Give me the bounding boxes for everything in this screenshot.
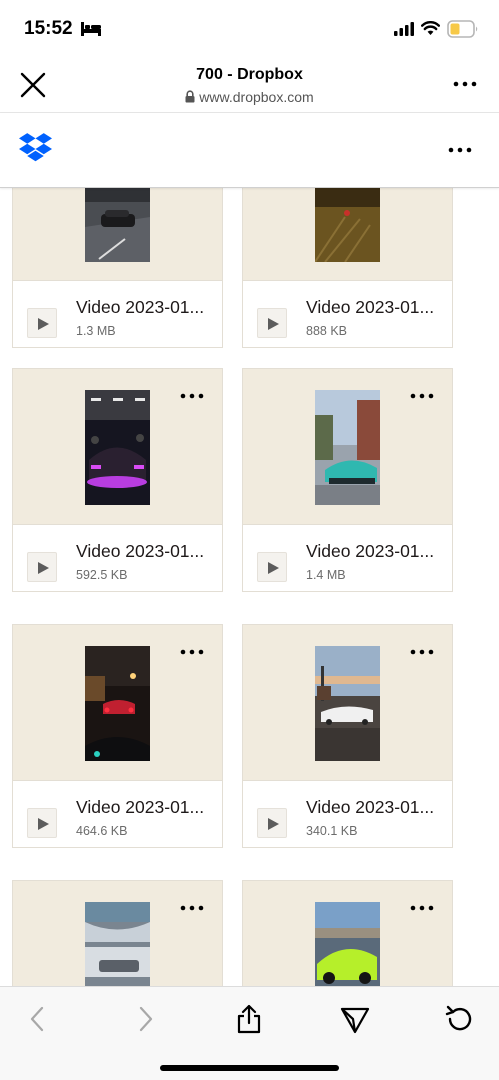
video-thumbnail [85,390,150,505]
forward-button[interactable] [129,1003,161,1035]
video-file-icon [257,552,287,582]
file-name: Video 2023-01... [306,297,435,317]
lock-icon [185,90,195,103]
browser-toolbar [0,986,499,1080]
file-name: Video 2023-01... [306,541,435,561]
play-icon [38,318,49,330]
thumbnail-area [13,188,222,281]
thumbnail-area [243,369,452,525]
page-url-row[interactable]: www.dropbox.com [0,89,499,105]
reload-button[interactable] [444,1003,476,1035]
file-card[interactable]: Video 2023-01... 888 KB [242,188,453,348]
video-thumbnail [85,902,150,986]
file-size: 888 KB [306,324,348,338]
card-more-button[interactable] [180,903,204,913]
status-time: 15:52 [24,18,73,39]
card-more-button[interactable] [180,391,204,401]
browser-more-button[interactable] [452,74,478,94]
file-name: Video 2023-01... [76,541,205,561]
thumbnail-area [13,625,222,781]
card-more-button[interactable] [410,647,434,657]
play-icon [38,818,49,830]
thumbnail-area [243,625,452,781]
status-bar: 15:52 [0,0,499,58]
wifi-icon [421,21,440,35]
card-more-button[interactable] [410,903,434,913]
browser-header: 700 - Dropbox www.dropbox.com [0,58,499,113]
file-card[interactable]: Video 2023-01... 1.3 MB [12,188,223,348]
file-card[interactable] [242,880,453,986]
thumbnail-area [243,188,452,281]
video-file-icon [27,808,57,838]
video-file-icon [257,308,287,338]
video-thumbnail [315,902,380,986]
file-name: Video 2023-01... [76,797,205,817]
file-size: 1.4 MB [306,568,346,582]
video-file-icon [257,808,287,838]
thumbnail-area [13,881,222,986]
play-icon [268,562,279,574]
file-size: 340.1 KB [306,824,358,838]
sleep-focus-icon [81,22,101,36]
play-icon [38,562,49,574]
video-thumbnail [85,646,150,761]
video-file-icon [27,308,57,338]
video-file-icon [27,552,57,582]
play-icon [268,318,279,330]
video-thumbnail [315,390,380,505]
file-card[interactable]: Video 2023-01... 464.6 KB [12,624,223,848]
file-grid: Video 2023-01... 1.3 MB Video 2023-01...… [0,188,499,986]
video-thumbnail [315,646,380,761]
page-url: www.dropbox.com [199,89,314,105]
battery-icon [447,20,478,38]
file-size: 1.3 MB [76,324,116,338]
send-button[interactable] [339,1003,371,1035]
card-more-button[interactable] [410,391,434,401]
thumbnail-area [243,881,452,986]
file-name: Video 2023-01... [76,297,205,317]
dropbox-more-button[interactable] [447,140,473,160]
file-card[interactable] [12,880,223,986]
video-thumbnail [85,188,150,262]
file-size: 592.5 KB [76,568,128,582]
file-card[interactable]: Video 2023-01... 1.4 MB [242,368,453,592]
card-more-button[interactable] [180,647,204,657]
play-icon [268,818,279,830]
cellular-signal-icon [394,22,414,36]
dropbox-logo-icon[interactable] [19,133,52,163]
file-name: Video 2023-01... [306,797,435,817]
file-size: 464.6 KB [76,824,128,838]
dropbox-app-bar [0,113,499,188]
file-card[interactable]: Video 2023-01... 340.1 KB [242,624,453,848]
video-thumbnail [315,188,380,262]
thumbnail-area [13,369,222,525]
home-indicator [160,1065,339,1071]
back-button[interactable] [22,1003,54,1035]
file-card[interactable]: Video 2023-01... 592.5 KB [12,368,223,592]
share-button[interactable] [233,1003,265,1035]
page-title: 700 - Dropbox [196,66,303,83]
